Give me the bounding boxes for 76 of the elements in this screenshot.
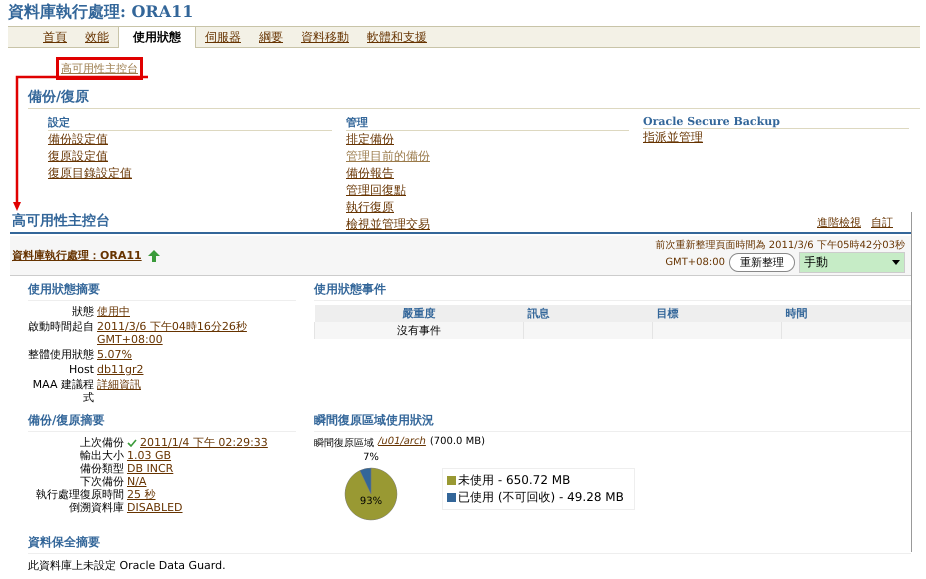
field-value-link[interactable]: N/A (127, 475, 146, 488)
size-text: (700.0 MB) (430, 436, 485, 449)
nav-link[interactable]: 備份報告 (346, 165, 394, 182)
field-label: MAA 建議程式 (32, 378, 94, 404)
field-value-link[interactable]: 25 秒 (127, 488, 156, 501)
field-label: 狀態 (71, 305, 94, 318)
panel-title: 高可用性主控台 (12, 212, 110, 230)
header-link[interactable]: 自訂 (871, 216, 893, 229)
field-label: 執行處理復原時間 (35, 488, 124, 501)
section-heading: 備份/復原 (28, 88, 920, 109)
tab[interactable]: 首頁 (34, 27, 76, 47)
field-label: 瞬間復原區域 (314, 436, 374, 450)
field-label: 整體使用狀態 (28, 348, 94, 361)
field-label: 上次備份 (79, 436, 124, 449)
time-zone: GMT+08:00 (665, 257, 725, 268)
tab[interactable]: 使用狀態 (118, 27, 196, 48)
field-label: 下次備份 (79, 475, 124, 488)
tab[interactable]: 效能 (76, 27, 118, 47)
refresh-button[interactable]: 重新整理 (729, 253, 795, 272)
section-heading: 使用狀態事件 (314, 281, 911, 301)
column-header: 訊息 (523, 305, 652, 322)
field-value-link[interactable]: 詳細資訊 (97, 378, 296, 404)
table-cell: 沒有事件 (314, 322, 524, 339)
tab[interactable]: 資料移動 (292, 27, 358, 47)
nav-link[interactable]: 管理目前的備份 (346, 148, 430, 165)
field-value-link[interactable]: 5.07% (97, 348, 296, 361)
nav-link[interactable]: 復原目錄設定值 (48, 165, 132, 182)
column-heading: Oracle Secure Backup (643, 115, 909, 129)
field-label: 輸出大小 (79, 449, 124, 462)
field-label: 啟動時間起自 (28, 320, 94, 335)
field-value-link[interactable]: 2011/1/4 下午 02:29:33 (140, 436, 268, 449)
path-link[interactable]: /u01/arch (378, 436, 426, 450)
column-header: 目標 (652, 305, 782, 322)
tab[interactable]: 軟體和支援 (358, 27, 436, 47)
tab[interactable]: 綱要 (250, 27, 292, 47)
legend-swatch (447, 476, 456, 485)
nav-link[interactable]: 排定備份 (346, 131, 394, 148)
field-value-link[interactable]: 1.03 GB (127, 449, 172, 462)
field-value-link[interactable]: 2011/3/6 下午04時16分26秒 GMT+08:00 (97, 320, 296, 346)
data-label: 93% (360, 496, 382, 507)
section-heading: 備份/復原摘要 (28, 412, 296, 432)
legend-label: 已使用 (不可回收) - 49.28 MB (458, 489, 624, 506)
refresh-time: 前次重新整理頁面時間為 2011/3/6 下午05時42分03秒 (656, 238, 905, 252)
section-heading: 使用狀態摘要 (28, 281, 296, 301)
tab[interactable]: 伺服器 (196, 27, 250, 47)
dropdown-icon (892, 260, 900, 265)
field-value-link[interactable]: DB INCR (127, 462, 174, 475)
field-value-link[interactable]: 使用中 (97, 305, 296, 318)
field-value-link[interactable]: DISABLED (127, 501, 183, 514)
column-header: 時間 (782, 305, 911, 322)
field-label: 備份類型 (79, 462, 124, 475)
instance-link[interactable]: 資料庫執行處理：ORA11 (12, 248, 142, 263)
section-heading: 資料保全摘要 (28, 534, 911, 554)
field-label: Host (68, 363, 94, 376)
nav-link[interactable]: 備份設定值 (48, 131, 108, 148)
field-label: 倒溯資料庫 (68, 501, 124, 514)
section-heading: 瞬間復原區域使用狀況 (314, 412, 911, 432)
select-value: 手動 (804, 254, 828, 271)
page-title: 資料庫執行處理: ORA11 (7, 1, 194, 23)
legend-swatch (447, 493, 456, 502)
column-heading: 管理 (346, 115, 629, 131)
up-arrow-icon (148, 250, 160, 262)
field-value-link[interactable]: db11gr2 (97, 363, 296, 376)
nav-link[interactable]: 管理回復點 (346, 182, 406, 199)
nav-link[interactable]: 指派並管理 (643, 129, 703, 146)
nav-link[interactable]: 檢視並管理交易 (346, 216, 430, 233)
nav-link[interactable]: 復原設定值 (48, 148, 108, 165)
refresh-mode-select[interactable]: 手動 (799, 252, 905, 273)
status-text: 此資料庫上未設定 Oracle Data Guard. (28, 558, 227, 573)
data-label: 7% (363, 452, 379, 464)
nav-link[interactable]: 執行復原 (346, 199, 394, 216)
highlighted-link[interactable]: 高可用性主控台 (56, 57, 143, 80)
legend-label: 未使用 - 650.72 MB (458, 472, 570, 489)
header-link[interactable]: 進階檢視 (817, 216, 861, 229)
column-header: 嚴重度 (314, 305, 524, 322)
column-heading: 設定 (48, 115, 332, 131)
